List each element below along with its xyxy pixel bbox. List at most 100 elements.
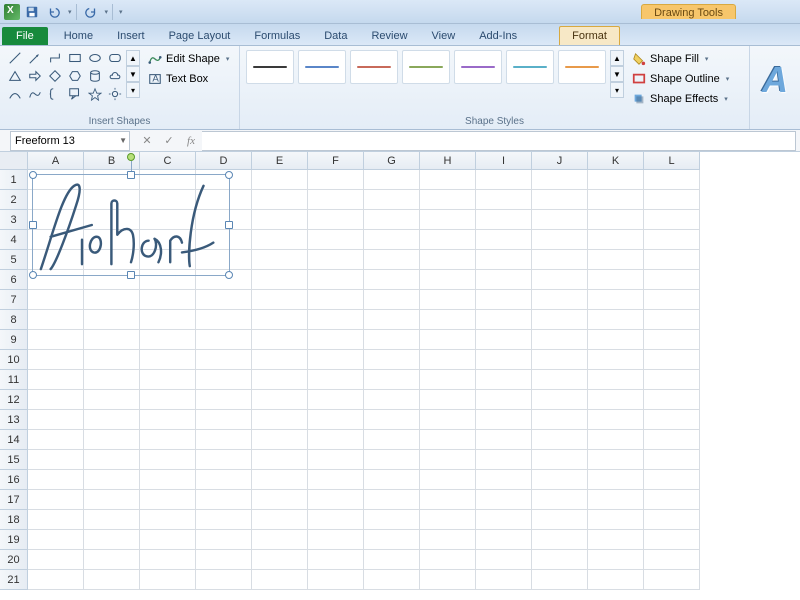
cell[interactable] <box>252 350 308 370</box>
gallery-more-icon[interactable]: ▾ <box>610 82 624 98</box>
shape-oval-icon[interactable] <box>86 50 104 66</box>
column-header[interactable]: A <box>28 152 84 170</box>
row-header[interactable]: 5 <box>0 250 28 270</box>
cell[interactable] <box>644 430 700 450</box>
cell[interactable] <box>252 430 308 450</box>
row-header[interactable]: 18 <box>0 510 28 530</box>
cell[interactable] <box>476 210 532 230</box>
cell[interactable] <box>84 330 140 350</box>
shape-effects-button[interactable]: Shape Effects ▾ <box>628 90 733 108</box>
cell[interactable] <box>196 290 252 310</box>
cell[interactable] <box>476 490 532 510</box>
shape-rectangle-icon[interactable] <box>66 50 84 66</box>
cell[interactable] <box>644 470 700 490</box>
shape-arrow-icon[interactable] <box>26 50 44 66</box>
cell[interactable] <box>588 570 644 590</box>
cell[interactable] <box>532 490 588 510</box>
cell[interactable] <box>308 550 364 570</box>
cell[interactable] <box>476 170 532 190</box>
selected-shape-freeform[interactable] <box>32 174 230 276</box>
tab-format[interactable]: Format <box>559 26 620 45</box>
resize-handle-sw[interactable] <box>29 271 37 279</box>
cell[interactable] <box>364 390 420 410</box>
cell[interactable] <box>28 290 84 310</box>
column-header[interactable]: C <box>140 152 196 170</box>
cell[interactable] <box>84 370 140 390</box>
cell[interactable] <box>644 290 700 310</box>
row-header[interactable]: 1 <box>0 170 28 190</box>
resize-handle-s[interactable] <box>127 271 135 279</box>
cell[interactable] <box>644 190 700 210</box>
cell[interactable] <box>140 570 196 590</box>
cell[interactable] <box>588 170 644 190</box>
row-header[interactable]: 9 <box>0 330 28 350</box>
cancel-formula-button[interactable]: ✕ <box>136 132 158 150</box>
cell[interactable] <box>476 190 532 210</box>
resize-handle-e[interactable] <box>225 221 233 229</box>
cell[interactable] <box>84 350 140 370</box>
cell[interactable] <box>532 330 588 350</box>
cell[interactable] <box>252 550 308 570</box>
gallery-more-icon[interactable]: ▾ <box>126 82 140 98</box>
styles-gallery-scroll[interactable]: ▲ ▼ ▾ <box>610 50 624 98</box>
cell[interactable] <box>140 290 196 310</box>
cell[interactable] <box>532 170 588 190</box>
cell[interactable] <box>420 330 476 350</box>
column-header[interactable]: L <box>644 152 700 170</box>
cell[interactable] <box>84 510 140 530</box>
row-header[interactable]: 7 <box>0 290 28 310</box>
cell[interactable] <box>420 470 476 490</box>
shape-line-icon[interactable] <box>6 50 24 66</box>
name-box[interactable]: Freeform 13 ▼ <box>10 131 130 151</box>
column-header[interactable]: G <box>364 152 420 170</box>
cell[interactable] <box>420 450 476 470</box>
cell[interactable] <box>532 310 588 330</box>
cell[interactable] <box>196 430 252 450</box>
cell[interactable] <box>532 570 588 590</box>
shape-styles-gallery[interactable] <box>246 50 606 84</box>
cell[interactable] <box>140 450 196 470</box>
cell[interactable] <box>644 370 700 390</box>
cell[interactable] <box>588 210 644 230</box>
cell[interactable] <box>28 450 84 470</box>
cell[interactable] <box>644 410 700 430</box>
cell[interactable] <box>140 410 196 430</box>
cell[interactable] <box>364 270 420 290</box>
cell[interactable] <box>28 570 84 590</box>
cell[interactable] <box>364 410 420 430</box>
cell[interactable] <box>364 450 420 470</box>
cell[interactable] <box>308 190 364 210</box>
cell[interactable] <box>588 390 644 410</box>
cell[interactable] <box>476 550 532 570</box>
cell[interactable] <box>476 350 532 370</box>
cell[interactable] <box>588 350 644 370</box>
column-header[interactable]: F <box>308 152 364 170</box>
tab-insert[interactable]: Insert <box>105 27 157 45</box>
cell[interactable] <box>196 510 252 530</box>
shape-cylinder-icon[interactable] <box>86 68 104 84</box>
shape-rounded-rect-icon[interactable] <box>106 50 124 66</box>
cell[interactable] <box>476 470 532 490</box>
cell[interactable] <box>364 170 420 190</box>
cell[interactable] <box>28 370 84 390</box>
wordart-styles-button[interactable]: A <box>756 50 794 110</box>
cell[interactable] <box>140 430 196 450</box>
cell[interactable] <box>588 190 644 210</box>
cell[interactable] <box>28 430 84 450</box>
shape-outline-button[interactable]: Shape Outline ▾ <box>628 70 733 88</box>
cell[interactable] <box>308 330 364 350</box>
name-box-dropdown-icon[interactable]: ▼ <box>119 136 127 145</box>
shape-fill-button[interactable]: Shape Fill ▾ <box>628 50 733 68</box>
cell[interactable] <box>532 550 588 570</box>
tab-view[interactable]: View <box>420 27 468 45</box>
row-header[interactable]: 4 <box>0 230 28 250</box>
shape-triangle-icon[interactable] <box>6 68 24 84</box>
cell[interactable] <box>476 390 532 410</box>
cell[interactable] <box>140 470 196 490</box>
cell[interactable] <box>420 370 476 390</box>
cell[interactable] <box>140 330 196 350</box>
cell[interactable] <box>252 250 308 270</box>
cell[interactable] <box>252 290 308 310</box>
shape-style-thumb[interactable] <box>298 50 346 84</box>
cell[interactable] <box>308 370 364 390</box>
